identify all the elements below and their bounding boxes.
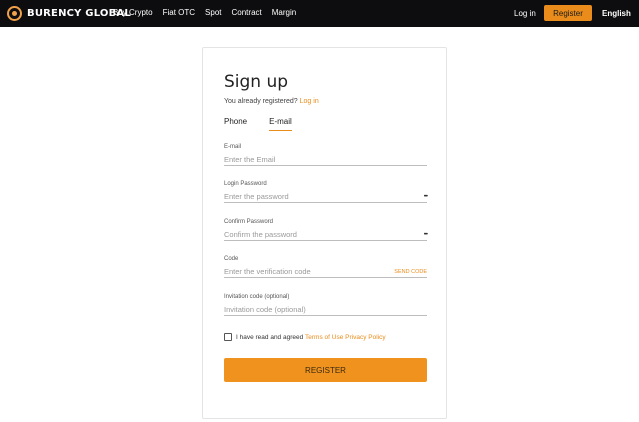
signup-card: Sign up You already registered? Log in P…	[202, 47, 447, 419]
page-title: Sign up	[224, 72, 289, 92]
language-label: English	[602, 9, 631, 18]
invitation-label: Invitation code (optional)	[224, 294, 290, 300]
confirm-password-input-wrapper: •••	[224, 229, 428, 241]
signup-method-tabs: Phone E-mail	[224, 117, 314, 131]
confirm-password-input[interactable]	[224, 230, 384, 239]
tab-phone[interactable]: Phone	[224, 117, 247, 131]
invitation-input-wrapper	[224, 304, 427, 316]
nav-contract[interactable]: Contract	[232, 8, 262, 17]
send-code-button[interactable]: SEND CODE	[394, 269, 427, 275]
email-input[interactable]	[224, 155, 384, 164]
nav-spot[interactable]: Spot	[205, 8, 221, 17]
show-confirm-password-icon[interactable]: •••	[424, 232, 428, 238]
register-submit-button[interactable]: REGISTER	[224, 358, 427, 382]
agree-text: I have read and agreed	[236, 333, 304, 341]
top-navigation-bar: BURENCY GLOBAL Buy Crypto Fiat OTC Spot …	[0, 0, 639, 27]
password-input-wrapper: •••	[224, 191, 428, 203]
terms-agreement: I have read and agreed Terms of Use Priv…	[224, 333, 386, 341]
code-input-wrapper: SEND CODE	[224, 266, 427, 278]
terms-checkbox[interactable]	[224, 333, 232, 341]
privacy-policy-link[interactable]: Privacy Policy	[345, 334, 385, 341]
code-field-group: Code SEND CODE	[224, 256, 427, 278]
show-password-icon[interactable]: •••	[424, 194, 428, 200]
email-field-group: E-mail	[224, 144, 427, 166]
code-label: Code	[224, 256, 239, 262]
logo-icon	[7, 6, 22, 21]
login-prompt-link[interactable]: Log in	[300, 98, 319, 105]
password-input[interactable]	[224, 192, 384, 201]
login-link[interactable]: Log in	[514, 9, 536, 18]
password-label: Login Password	[224, 181, 267, 187]
nav-margin[interactable]: Margin	[272, 8, 296, 17]
invitation-code-input[interactable]	[224, 305, 384, 314]
tab-email[interactable]: E-mail	[269, 117, 292, 131]
email-input-wrapper	[224, 154, 427, 166]
terms-of-use-link[interactable]: Terms of Use	[305, 334, 343, 341]
email-label: E-mail	[224, 144, 242, 150]
register-button[interactable]: Register	[544, 5, 592, 21]
main-nav: Buy Crypto Fiat OTC Spot Contract Margin	[113, 8, 306, 17]
login-prompt: You already registered? Log in	[224, 98, 319, 105]
nav-fiat-otc[interactable]: Fiat OTC	[163, 8, 195, 17]
invitation-field-group: Invitation code (optional)	[224, 294, 427, 316]
nav-buy-crypto[interactable]: Buy Crypto	[113, 8, 153, 17]
language-selector[interactable]: English	[602, 9, 631, 18]
confirm-password-field-group: Confirm Password •••	[224, 219, 428, 241]
login-prompt-text: You already registered?	[224, 98, 298, 105]
confirm-password-label: Confirm Password	[224, 219, 274, 225]
verification-code-input[interactable]	[224, 267, 384, 276]
password-field-group: Login Password •••	[224, 181, 428, 203]
